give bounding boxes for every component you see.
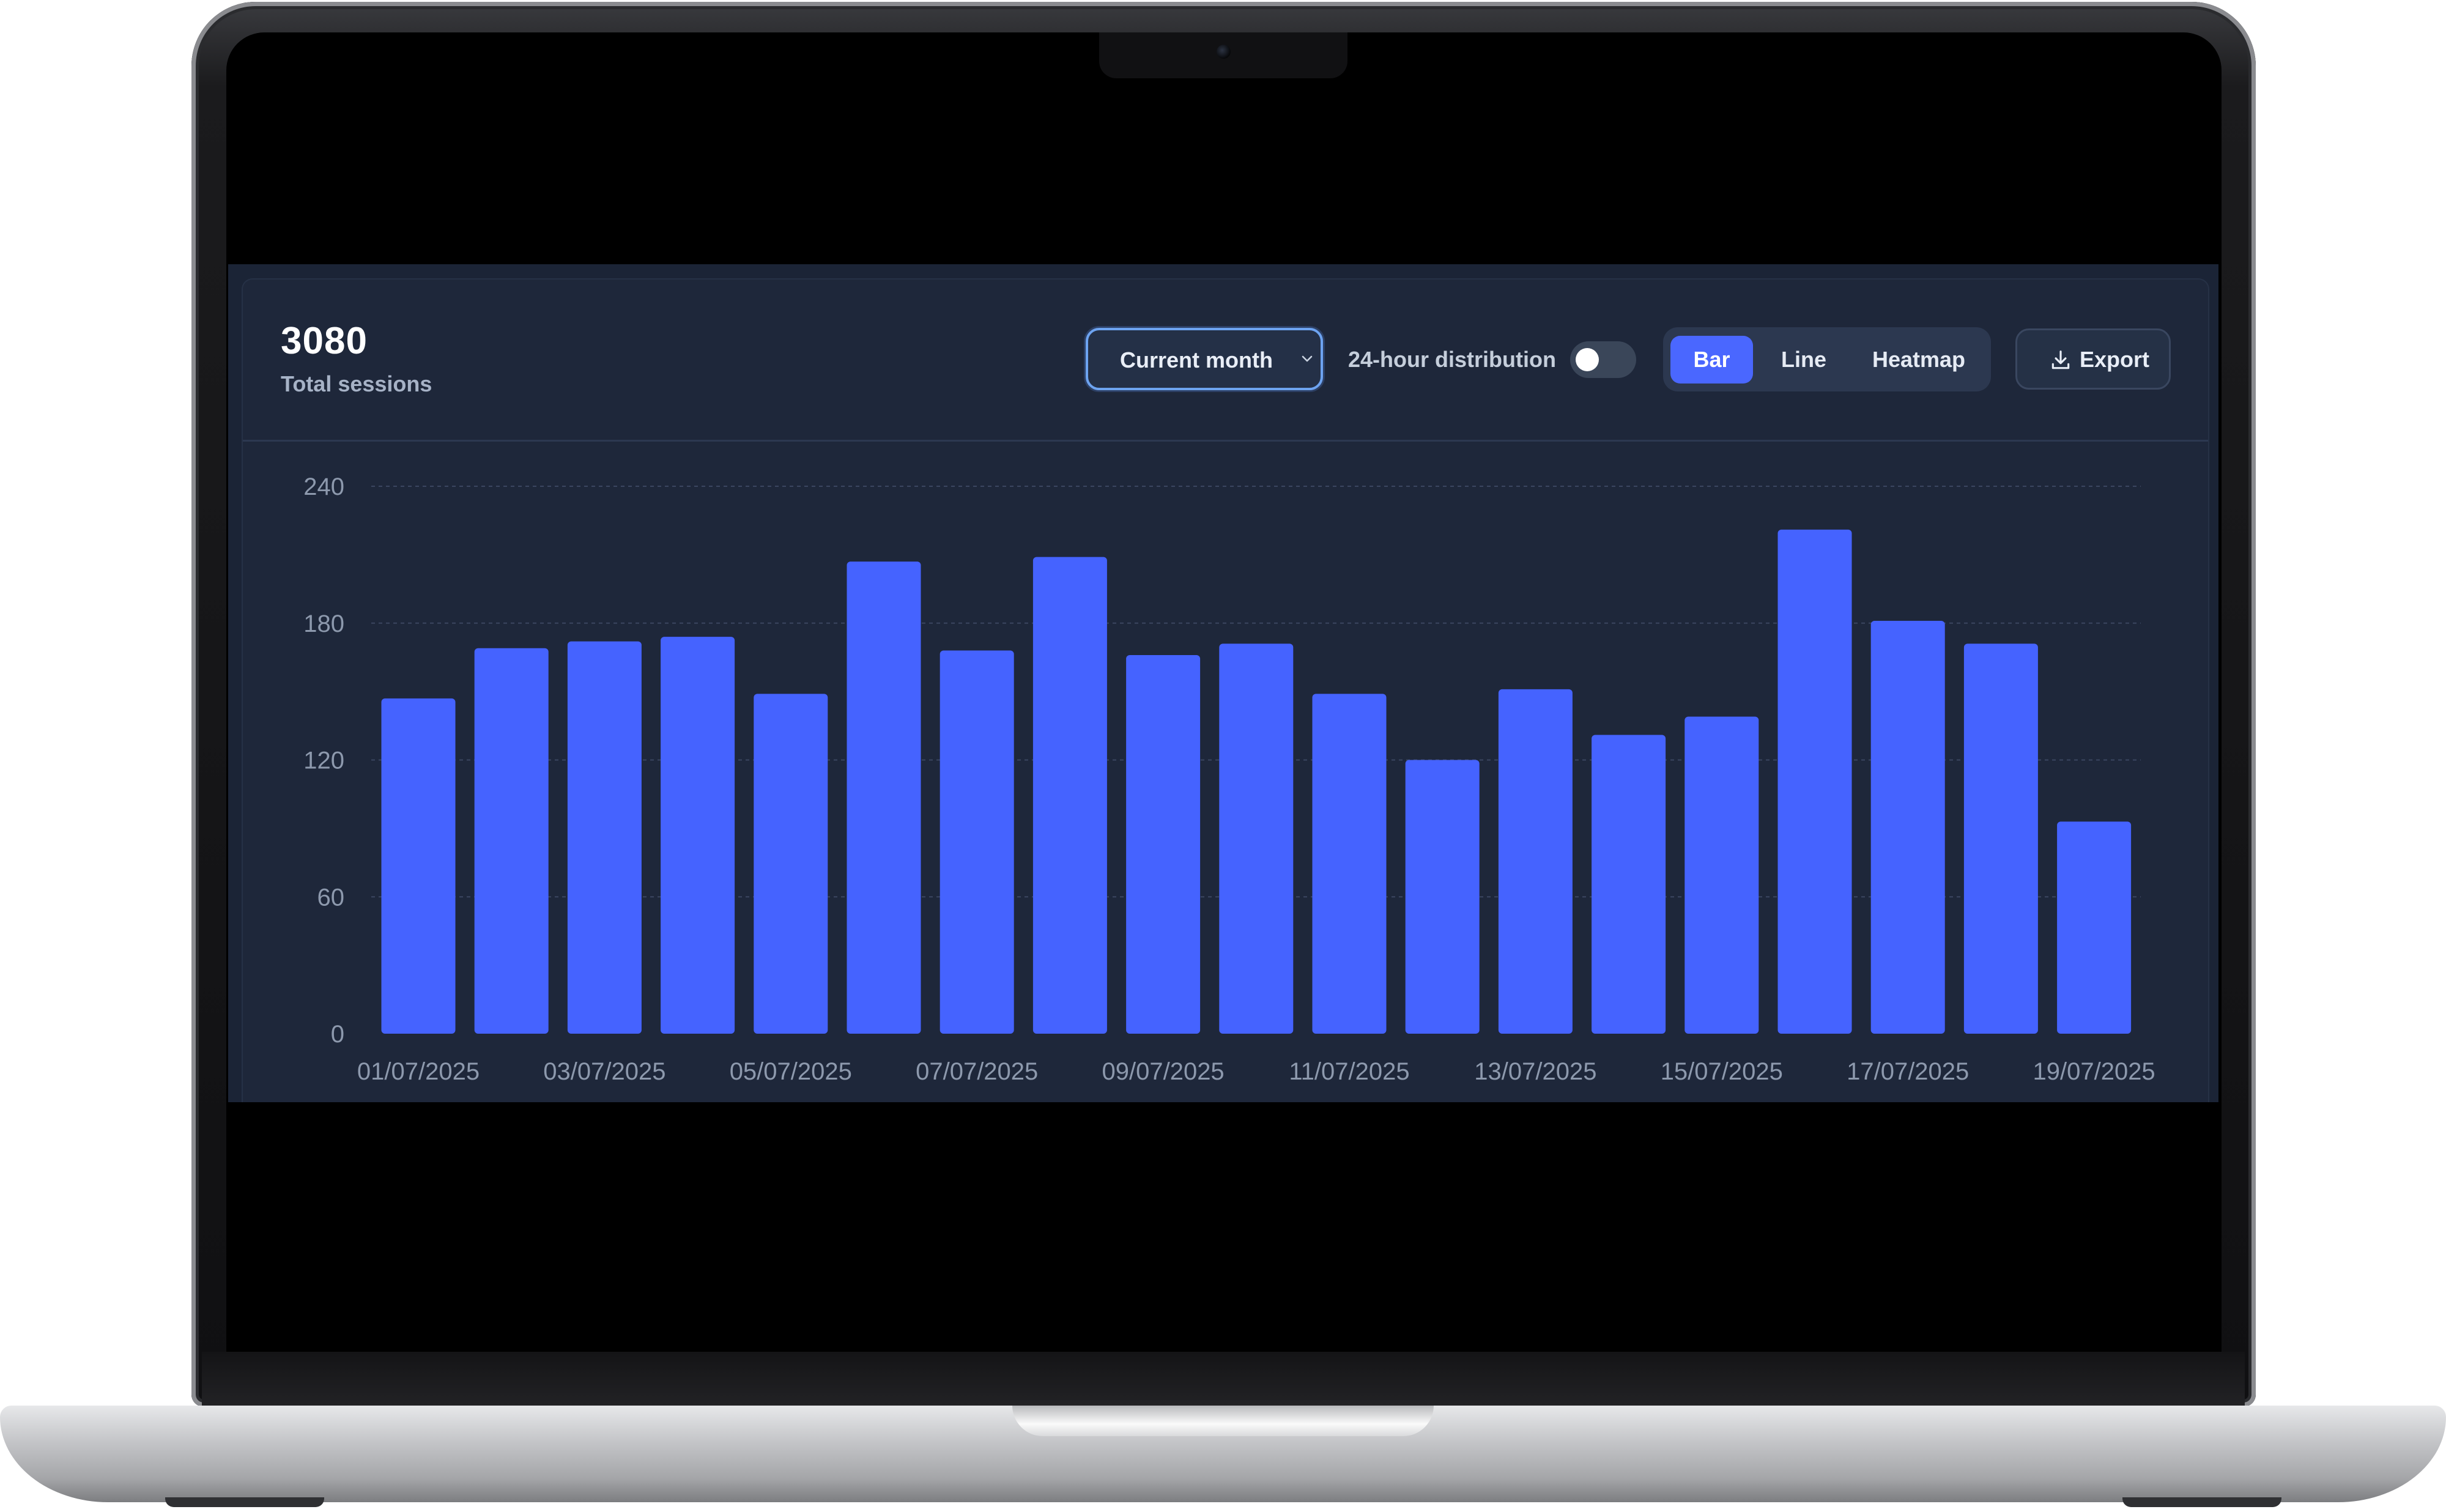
distribution-toggle-label: 24-hour distribution: [1348, 347, 1556, 372]
laptop-foot-left: [165, 1497, 324, 1507]
bar[interactable]: [1870, 621, 1945, 1034]
trackpad-notch: [1012, 1406, 1434, 1436]
total-sessions-value: 3080: [281, 320, 368, 362]
export-button[interactable]: Export: [2015, 328, 2171, 390]
bar[interactable]: [1405, 760, 1480, 1034]
total-sessions-label: Total sessions: [281, 371, 432, 396]
chart-type-heatmap-button[interactable]: Heatmap: [1855, 336, 1983, 384]
bar[interactable]: [1126, 654, 1201, 1034]
chart-type-line-button[interactable]: Line: [1761, 336, 1847, 384]
chevron-down-icon: [1302, 355, 1313, 362]
bar[interactable]: [661, 637, 735, 1034]
bar[interactable]: [754, 694, 828, 1034]
bar[interactable]: [2057, 821, 2132, 1034]
chart-type-switcher: Bar Line Heatmap: [1663, 327, 1991, 391]
bar[interactable]: [474, 648, 549, 1034]
bar[interactable]: [1684, 716, 1759, 1034]
bar[interactable]: [1963, 643, 2038, 1034]
bar[interactable]: [847, 561, 921, 1034]
period-select[interactable]: Current month: [1086, 328, 1323, 390]
bar[interactable]: [1032, 557, 1107, 1034]
download-icon: [2051, 350, 2070, 369]
laptop-foot-right: [2122, 1497, 2281, 1507]
bar[interactable]: [567, 641, 642, 1034]
toggle-knob: [1576, 348, 1599, 371]
bar[interactable]: [1219, 643, 1294, 1034]
card-header: 3080 Total sessions Current month 24-hou…: [243, 280, 2208, 442]
distribution-toggle[interactable]: [1570, 341, 1636, 378]
bar[interactable]: [1498, 689, 1573, 1034]
bar[interactable]: [1592, 735, 1666, 1034]
bar[interactable]: [381, 698, 456, 1034]
bar[interactable]: [939, 650, 1014, 1034]
period-select-value: Current month: [1120, 347, 1273, 372]
camera-icon: [1217, 45, 1231, 59]
laptop-chin: [202, 1352, 2245, 1410]
chart-type-bar-button[interactable]: Bar: [1670, 336, 1753, 384]
export-label: Export: [2080, 347, 2150, 372]
bar[interactable]: [1777, 529, 1852, 1034]
bar[interactable]: [1312, 694, 1387, 1034]
